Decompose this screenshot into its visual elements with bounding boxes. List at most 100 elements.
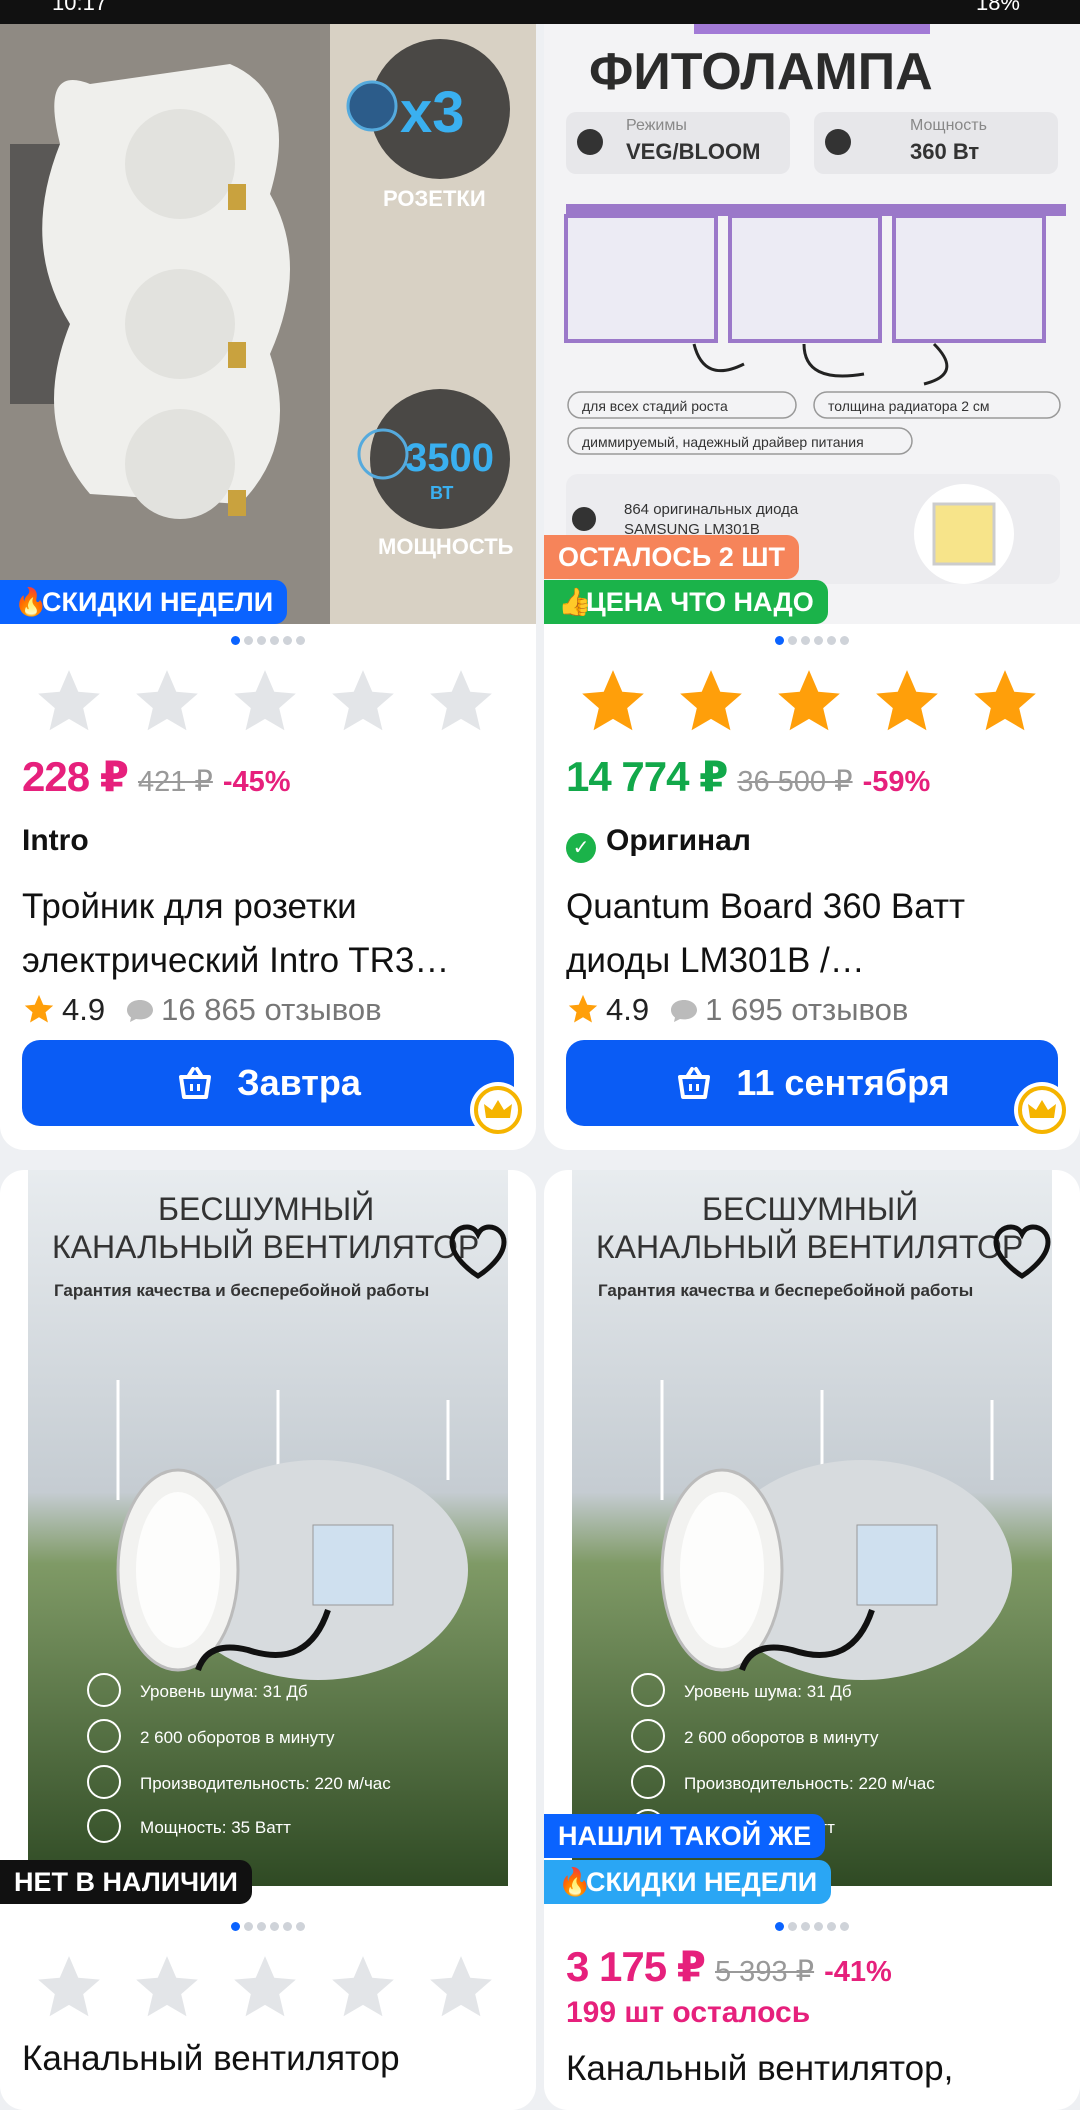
badge-good-price: 👍ЦЕНА ЧТО НАДО [544, 580, 828, 624]
delivery-date: Завтра [237, 1062, 361, 1103]
star-empty-icon[interactable] [228, 1950, 302, 2024]
svg-text:864 оригинальных диода: 864 оригинальных диода [624, 501, 799, 518]
star-filled-icon[interactable] [968, 664, 1042, 738]
badge-items-left: ОСТАЛОСЬ 2 ШТ [544, 535, 799, 579]
svg-text:Производительность: 220 м/час: Производительность: 220 м/час [140, 1774, 391, 1793]
fire-icon: 🔥 [558, 1867, 592, 1897]
star-filled-icon[interactable] [772, 664, 846, 738]
badge-found-same: НАШЛИ ТАКОЙ ЖЕ [544, 1814, 826, 1858]
price-row: 14 774 ₽ 36 500 ₽ -59% [566, 752, 930, 801]
star-empty-icon[interactable] [228, 664, 302, 738]
star-filled-icon[interactable] [674, 664, 748, 738]
svg-text:360 Вт: 360 Вт [910, 139, 979, 164]
product-title[interactable]: Канальный вентилятор [22, 2032, 522, 2086]
badge-out-of-stock: НЕТ В НАЛИЧИИ [0, 1860, 252, 1904]
star-empty-icon[interactable] [424, 1950, 498, 2024]
old-price: 421 ₽ [137, 766, 213, 798]
star-empty-icon[interactable] [326, 664, 400, 738]
discount: -45% [222, 766, 291, 798]
svg-text:диммируемый, надежный драйвер: диммируемый, надежный драйвер питания [582, 434, 864, 450]
svg-text:толщина радиатора 2 см: толщина радиатора 2 см [828, 398, 990, 414]
check-icon: ✓ [566, 833, 596, 863]
svg-text:x3: x3 [400, 80, 465, 145]
rating-stars[interactable] [32, 664, 512, 744]
favorite-heart-icon[interactable] [446, 1222, 510, 1282]
product-card[interactable]: БЕСШУМНЫЙ КАНАЛЬНЫЙ ВЕНТИЛЯТОР Гарантия … [0, 1170, 536, 2110]
svg-text:БЕСШУМНЫЙ: БЕСШУМНЫЙ [158, 1191, 374, 1227]
star-empty-icon[interactable] [326, 1950, 400, 2024]
rating-stars[interactable] [32, 1950, 512, 2030]
brand-name[interactable]: Intro [22, 824, 89, 858]
svg-text:ВТ: ВТ [430, 483, 453, 503]
star-empty-icon[interactable] [32, 1950, 106, 2024]
svg-text:Производительность: 220 м/час: Производительность: 220 м/час [684, 1774, 935, 1793]
image-pager [0, 632, 536, 646]
crown-icon [470, 1082, 526, 1138]
discount: -41% [824, 1956, 892, 1988]
rating-summary: 4.9 1 695 отзывов [566, 992, 908, 1028]
comment-icon [127, 1000, 154, 1022]
image-pager [0, 1918, 536, 1932]
original-badge: ✓ Оригинал [566, 824, 751, 863]
svg-text:2 600 оборотов в минуту: 2 600 оборотов в минуту [684, 1728, 879, 1747]
add-to-cart-button[interactable]: Завтра [22, 1040, 514, 1126]
price: 3 175 ₽ [566, 1943, 706, 1990]
price: 14 774 ₽ [566, 753, 728, 800]
discount: -59% [862, 766, 931, 798]
svg-text:КАНАЛЬНЫЙ ВЕНТИЛЯТОР: КАНАЛЬНЫЙ ВЕНТИЛЯТОР [596, 1229, 1023, 1265]
product-image[interactable]: x3 РОЗЕТКИ 3500 ВТ МОЩНОСТЬ [0, 24, 536, 624]
basket-icon [179, 1067, 212, 1099]
comment-icon [671, 1000, 698, 1022]
star-empty-icon[interactable] [130, 664, 204, 738]
svg-text:Гарантия качества и бесперебой: Гарантия качества и бесперебойной работы [598, 1281, 973, 1300]
svg-text:VEG/BLOOM: VEG/BLOOM [626, 139, 760, 164]
star-filled-icon[interactable] [870, 664, 944, 738]
product-card[interactable]: ФИТОЛАМПА Режимы VEG/BLOOM Мощность 360 … [544, 24, 1080, 1150]
svg-text:КАНАЛЬНЫЙ ВЕНТИЛЯТОР: КАНАЛЬНЫЙ ВЕНТИЛЯТОР [52, 1229, 479, 1265]
price-row: 228 ₽421 ₽ -45% [22, 752, 291, 801]
stock-left: 199 шт осталось [566, 1996, 811, 2029]
crown-icon [1014, 1082, 1070, 1138]
product-image[interactable]: ФИТОЛАМПА Режимы VEG/BLOOM Мощность 360 … [544, 24, 1080, 624]
reviews-count: 16 865 отзывов [161, 992, 382, 1027]
product-image[interactable]: БЕСШУМНЫЙ КАНАЛЬНЫЙ ВЕНТИЛЯТОР Гарантия … [28, 1170, 508, 1886]
svg-text:для всех стадий роста: для всех стадий роста [582, 398, 728, 414]
favorite-heart-icon[interactable] [990, 1222, 1054, 1282]
add-to-cart-button[interactable]: 11 сентября [566, 1040, 1058, 1126]
product-title[interactable]: Канальный вентилятор, [566, 2042, 1066, 2096]
star-empty-icon[interactable] [424, 664, 498, 738]
svg-text:3500: 3500 [405, 436, 494, 480]
star-icon [24, 994, 54, 1023]
svg-text:Гарантия качества и бесперебой: Гарантия качества и бесперебойной работы [54, 1281, 429, 1300]
delivery-date: 11 сентября [736, 1062, 950, 1103]
product-card[interactable]: x3 РОЗЕТКИ 3500 ВТ МОЩНОСТЬ 🔥СКИДКИ НЕДЕ… [0, 24, 536, 1150]
rating-value: 4.9 [606, 992, 650, 1027]
fire-icon: 🔥 [14, 587, 48, 617]
svg-text:ФИТОЛАМПА: ФИТОЛАМПА [589, 43, 933, 101]
product-card[interactable]: БЕСШУМНЫЙ КАНАЛЬНЫЙ ВЕНТИЛЯТОР Гарантия … [544, 1170, 1080, 2110]
price: 228 ₽ [22, 753, 129, 800]
product-title[interactable]: Quantum Board 360 Ватт диоды LM301B /… [566, 880, 1066, 988]
price-row: 3 175 ₽ 5 393 ₽ -41% [566, 1942, 892, 1991]
svg-text:2 600 оборотов в минуту: 2 600 оборотов в минуту [140, 1728, 335, 1747]
status-battery: 18% [975, 0, 1020, 15]
svg-text:МОЩНОСТЬ: МОЩНОСТЬ [378, 534, 514, 559]
svg-text:Уровень шума: 31 Дб: Уровень шума: 31 Дб [140, 1682, 308, 1701]
image-pager [544, 1918, 1080, 1932]
thumbs-up-icon: 👍 [558, 587, 592, 617]
star-empty-icon[interactable] [32, 664, 106, 738]
star-filled-icon[interactable] [576, 664, 650, 738]
star-icon [568, 994, 598, 1023]
reviews-count: 1 695 отзывов [705, 992, 909, 1027]
star-empty-icon[interactable] [130, 1950, 204, 2024]
badge-week-sale: 🔥СКИДКИ НЕДЕЛИ [0, 580, 288, 624]
svg-text:РОЗЕТКИ: РОЗЕТКИ [383, 186, 486, 211]
badge-week-sale: 🔥СКИДКИ НЕДЕЛИ [544, 1860, 832, 1904]
basket-icon [678, 1067, 711, 1099]
status-time: 10:17 [52, 0, 108, 15]
rating-summary: 4.9 16 865 отзывов [22, 992, 382, 1028]
rating-stars[interactable] [576, 664, 1056, 744]
product-title[interactable]: Тройник для розетки электрический Intro … [22, 880, 522, 988]
image-pager [544, 632, 1080, 646]
product-image[interactable]: БЕСШУМНЫЙ КАНАЛЬНЫЙ ВЕНТИЛЯТОР Гарантия … [572, 1170, 1052, 1886]
